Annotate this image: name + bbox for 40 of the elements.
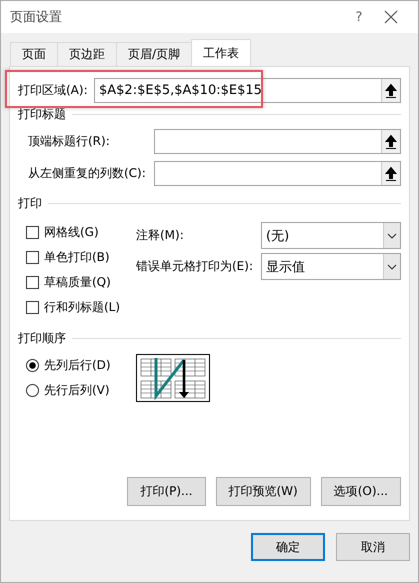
input-field[interactable] — [154, 129, 401, 154]
checkbox-label[interactable]: 网格线(G) — [44, 224, 99, 241]
radio-label[interactable]: 先行后列(V) — [44, 382, 110, 399]
help-button[interactable]: ? — [344, 10, 374, 24]
dialog-button[interactable]: 取消 — [336, 533, 410, 561]
tab[interactable]: 页面 — [10, 42, 58, 66]
field-label: 注释(M): — [136, 227, 185, 244]
collapse-icon[interactable] — [381, 162, 400, 185]
chevron-down-icon — [387, 232, 397, 238]
tab[interactable]: 工作表 — [191, 39, 252, 66]
collapse-icon[interactable] — [381, 130, 400, 153]
dropdown[interactable]: 显示值 — [261, 253, 401, 280]
checkbox-label[interactable]: 单色打印(B) — [44, 249, 110, 266]
input-field[interactable]: $A$2:$E$5,$A$10:$E$15 — [94, 78, 401, 103]
field-label: 顶端标题行(R): — [27, 133, 111, 150]
group-heading: 打印顺序 — [18, 330, 66, 347]
window-title: 页面设置 — [10, 9, 63, 26]
checkbox-label[interactable]: 行和列标题(L) — [44, 299, 120, 316]
checkbox-label[interactable]: 草稿质量(Q) — [44, 274, 111, 291]
group-heading: 打印标题 — [18, 106, 66, 123]
close-icon[interactable] — [384, 10, 398, 24]
field-label: 打印区域(A): — [18, 82, 89, 99]
field-label: 错误单元格打印为(E): — [136, 258, 254, 275]
radio-button[interactable] — [26, 359, 39, 372]
checkbox[interactable] — [26, 301, 39, 314]
checkbox[interactable] — [26, 251, 39, 264]
radio-button[interactable] — [26, 384, 39, 397]
dropdown[interactable]: (无) — [261, 222, 401, 249]
checkbox[interactable] — [26, 226, 39, 239]
dialog-button[interactable]: 打印预览(W) — [216, 477, 311, 506]
dialog-button[interactable]: 打印(P)... — [127, 477, 206, 506]
group-heading: 打印 — [18, 195, 42, 212]
checkbox[interactable] — [26, 276, 39, 289]
input-field[interactable] — [154, 161, 401, 186]
dialog-button[interactable]: 选项(O)... — [320, 477, 401, 506]
radio-label[interactable]: 先列后行(D) — [44, 357, 111, 374]
dialog-button[interactable]: 确定 — [251, 533, 325, 561]
collapse-icon[interactable] — [381, 79, 400, 102]
field-label: 从左侧重复的列数(C): — [27, 165, 147, 182]
chevron-down-icon — [387, 264, 397, 270]
